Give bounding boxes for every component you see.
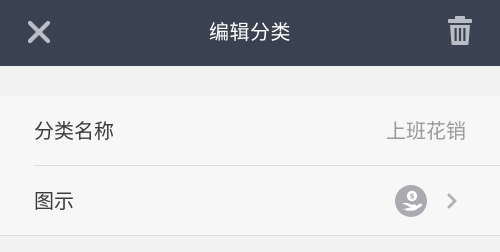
page-title: 编辑分类 bbox=[209, 20, 291, 44]
category-name-label: 分类名称 bbox=[34, 119, 114, 143]
category-form: 分类名称 上班花销 图示 $ bbox=[0, 96, 500, 236]
svg-text:$: $ bbox=[410, 192, 415, 200]
trash-icon bbox=[448, 16, 472, 45]
header-bar: 编辑分类 bbox=[0, 0, 500, 66]
delete-button[interactable] bbox=[446, 14, 474, 46]
edit-category-screen: 编辑分类 分类名称 上班花销 图示 $ bbox=[0, 0, 500, 252]
hand-money-icon: $ bbox=[395, 185, 427, 217]
category-icon-row[interactable]: 图示 $ bbox=[0, 166, 500, 236]
chevron-right-icon bbox=[444, 192, 460, 210]
category-name-value[interactable]: 上班花销 bbox=[386, 96, 466, 166]
category-name-row[interactable]: 分类名称 上班花销 bbox=[0, 96, 500, 166]
row-divider bbox=[0, 235, 500, 236]
category-icon-label: 图示 bbox=[34, 189, 74, 213]
